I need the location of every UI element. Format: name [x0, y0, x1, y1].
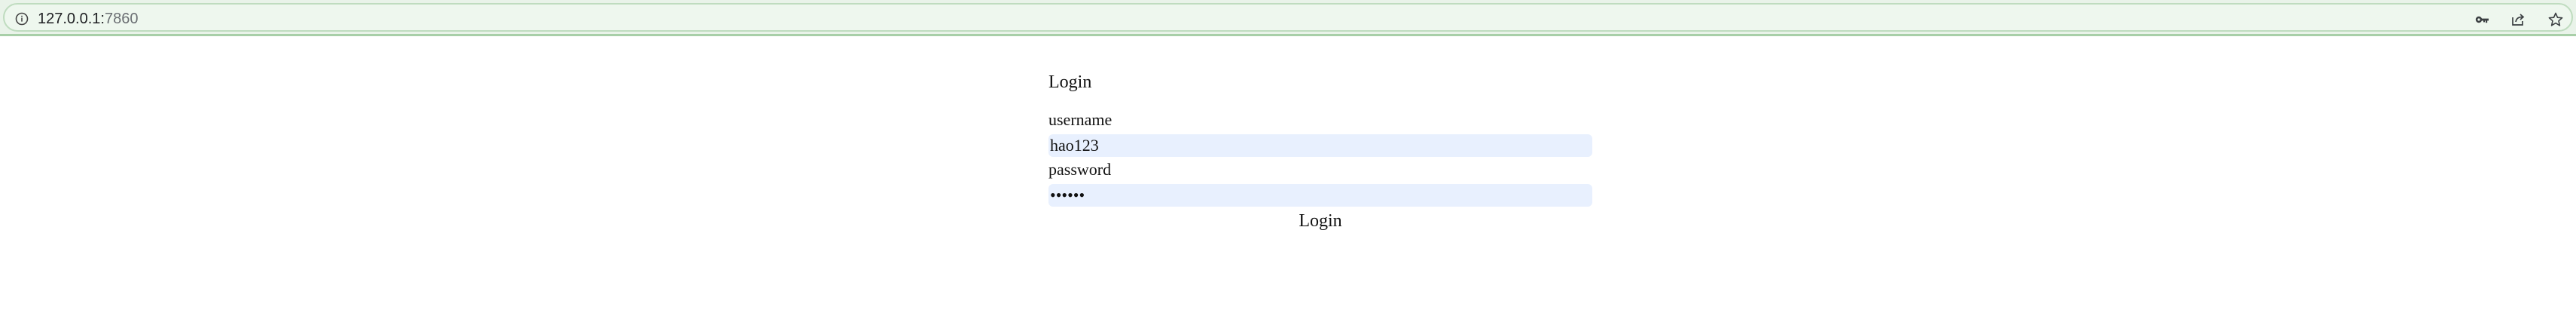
username-label: username	[1048, 110, 1113, 129]
share-icon[interactable]	[2510, 11, 2526, 28]
password-input[interactable]	[1048, 184, 1592, 207]
login-title: Login	[1048, 72, 1092, 92]
username-input[interactable]	[1048, 134, 1592, 157]
browser-toolbar: 127.0.0.1:7860	[0, 0, 2576, 36]
address-bar[interactable]: 127.0.0.1:7860	[3, 3, 2573, 32]
login-form: Login username password Login	[1048, 72, 1592, 232]
url-text[interactable]: 127.0.0.1:7860	[38, 10, 138, 28]
info-icon[interactable]	[15, 12, 29, 26]
key-icon[interactable]	[2474, 11, 2490, 28]
star-icon[interactable]	[2547, 11, 2564, 28]
login-button[interactable]: Login	[1299, 210, 1341, 232]
password-label: password	[1048, 160, 1112, 179]
url-host: 127.0.0.1:	[38, 11, 105, 27]
url-port: 7860	[104, 11, 139, 27]
